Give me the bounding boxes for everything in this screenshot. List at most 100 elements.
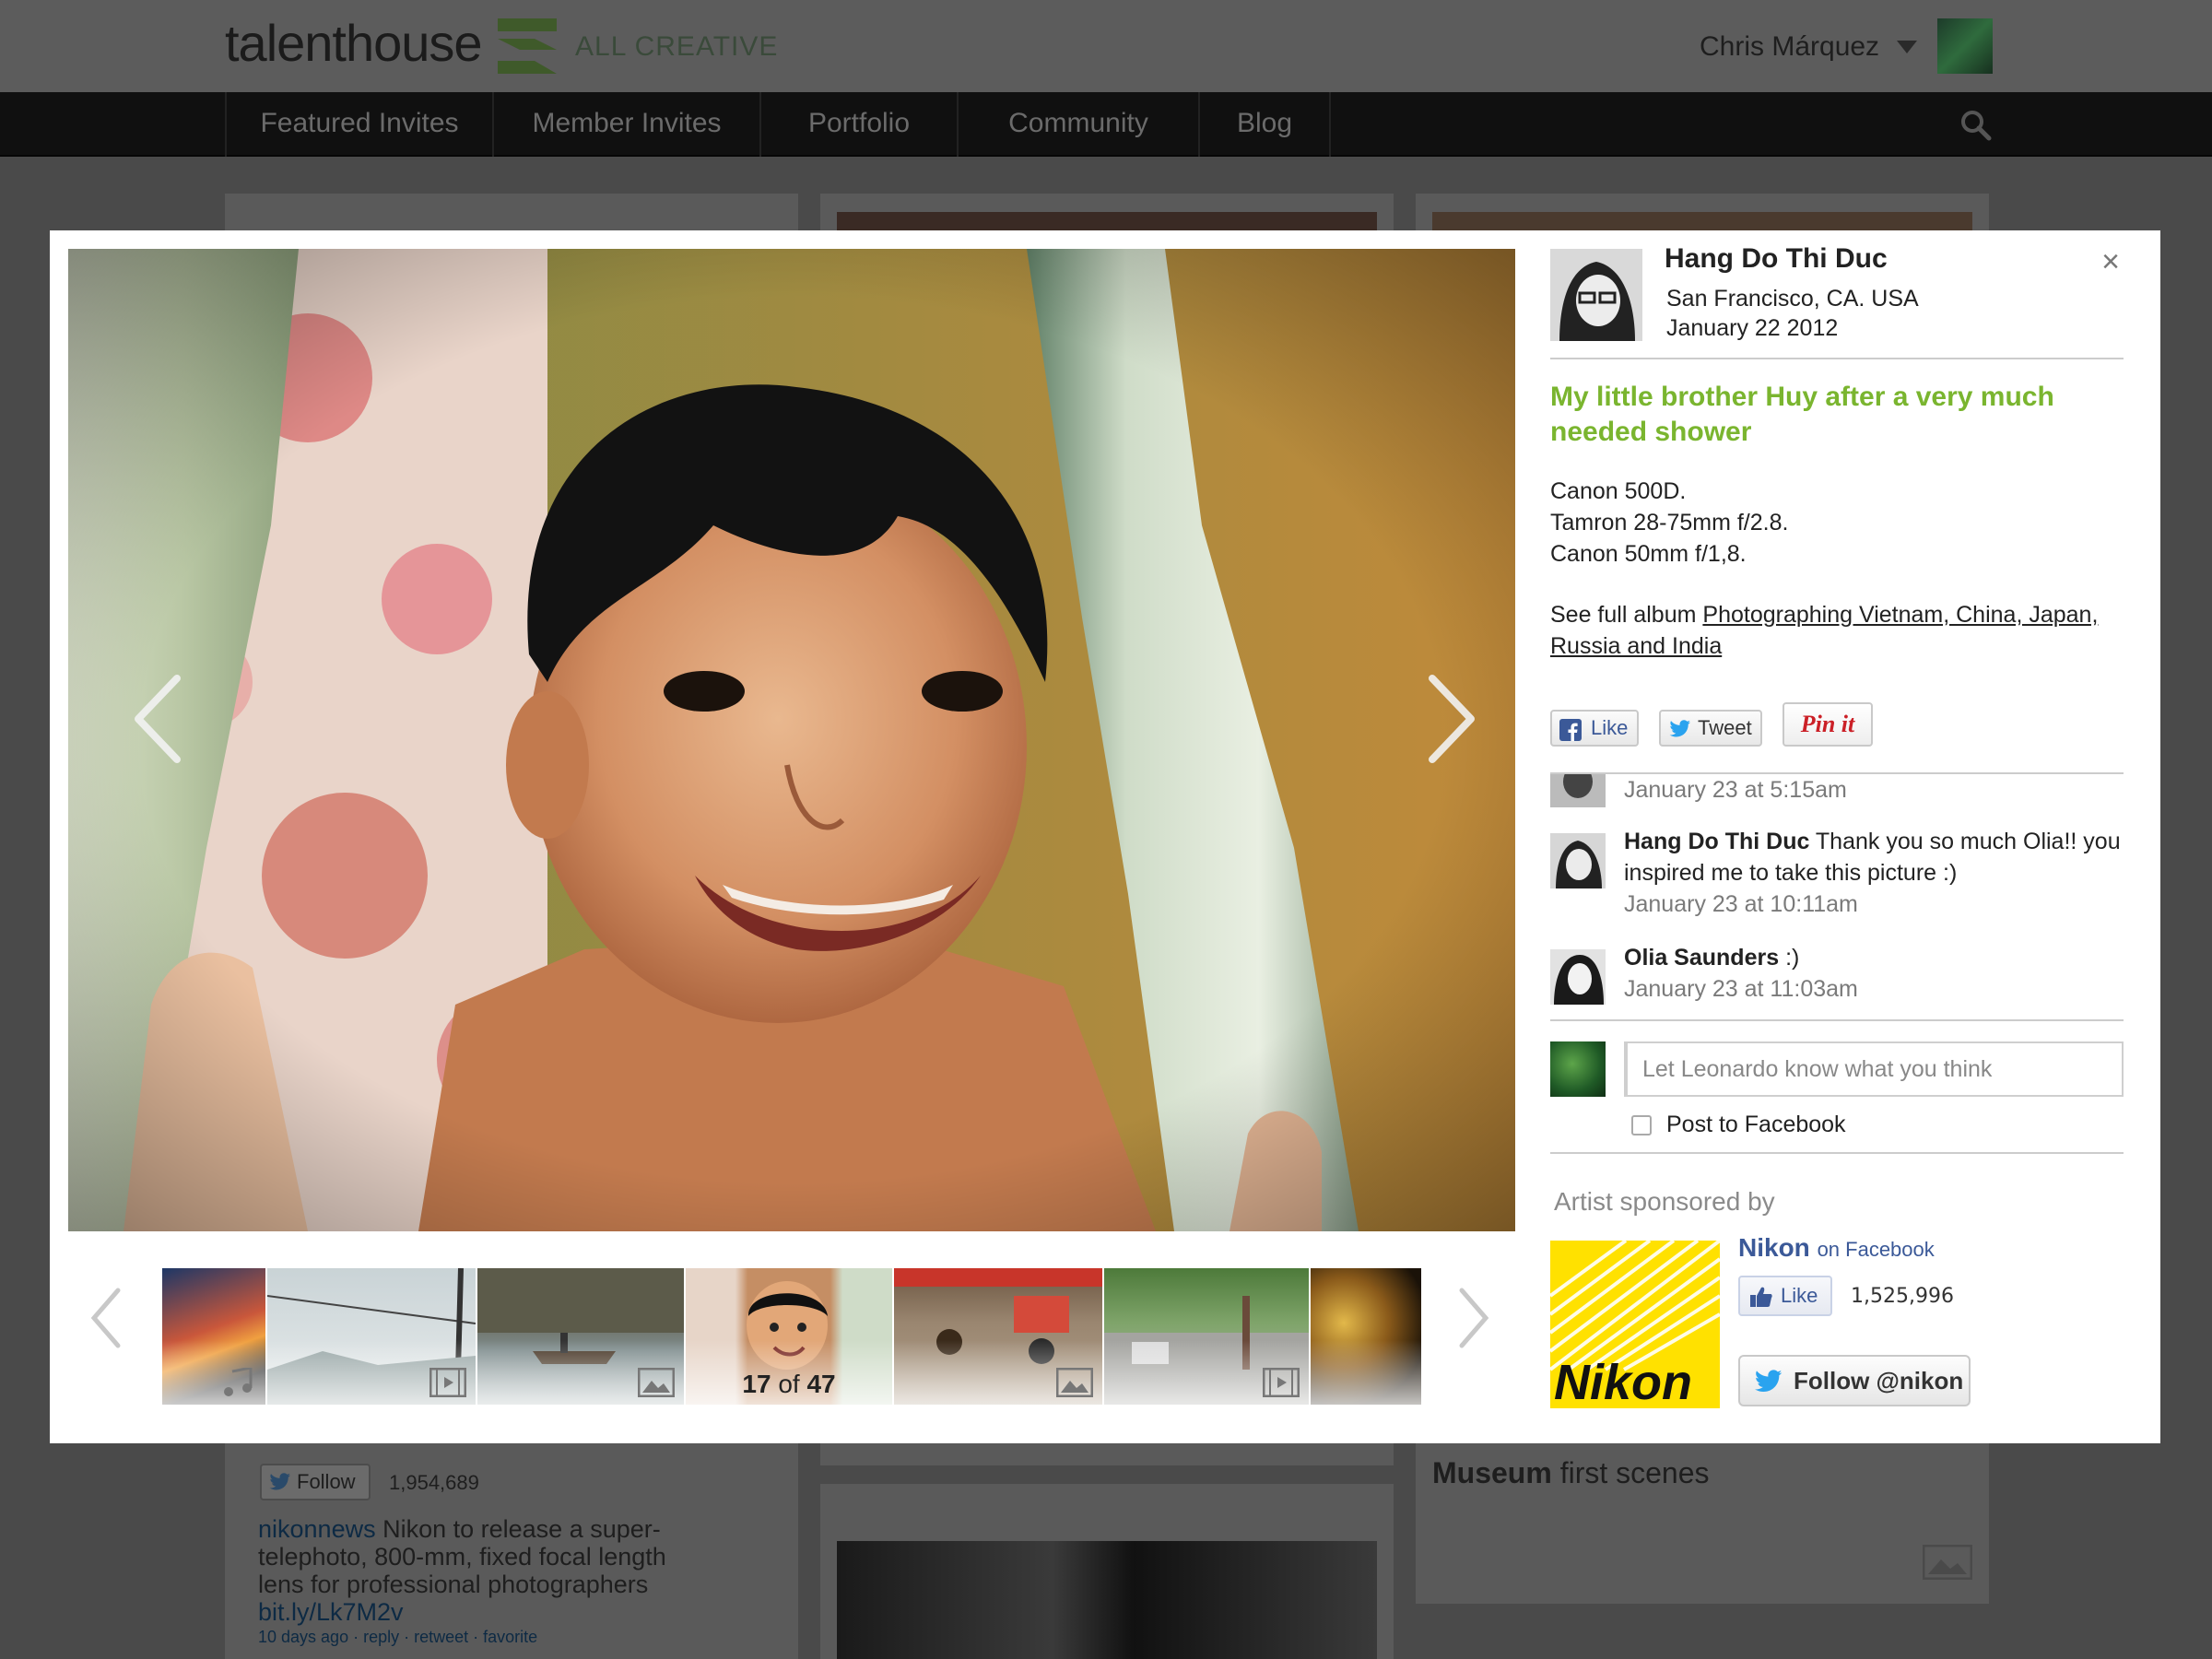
thumbnail-6[interactable]	[1104, 1268, 1309, 1405]
facebook-like-button[interactable]: Like	[1550, 710, 1639, 747]
thumbnail-5[interactable]	[894, 1268, 1102, 1405]
top-header: talenthouse ALL CREATIVE Chris Márquez	[0, 0, 2212, 92]
strip-next-arrow-icon[interactable]	[1451, 1281, 1497, 1355]
user-menu-name[interactable]: Chris Márquez	[1700, 31, 1879, 63]
nikon-logo[interactable]: Nikon	[1550, 1241, 1720, 1408]
nav-blog[interactable]: Blog	[1198, 92, 1331, 157]
main-nav: Featured Invites Member Invites Portfoli…	[0, 92, 2212, 157]
prev-photo-arrow-icon[interactable]	[122, 664, 195, 774]
pinterest-pin-button[interactable]: Pin it	[1783, 702, 1873, 747]
sponsor-label: Artist sponsored by	[1554, 1187, 1775, 1216]
thumbnail-7[interactable]	[1311, 1268, 1421, 1405]
comment-author[interactable]: Olia Saunders	[1624, 945, 1779, 971]
gear-item: Tamron 28-75mm f/2.8.	[1550, 510, 1789, 535]
comment-time: January 23 at 5:15am	[1624, 777, 1847, 803]
comment-avatar[interactable]	[1550, 774, 1606, 807]
author-location: San Francisco, CA. USA	[1666, 286, 1919, 312]
comment-avatar[interactable]	[1550, 949, 1606, 1005]
author-avatar[interactable]	[1550, 249, 1642, 341]
twitter-bird-icon	[1755, 1370, 1783, 1393]
main-photo[interactable]	[68, 249, 1515, 1231]
comment-time: January 23 at 10:11am	[1624, 891, 1858, 917]
comment-avatar-image	[1550, 774, 1606, 807]
nav-community[interactable]: Community	[957, 92, 1198, 157]
tweet-link[interactable]: bit.ly/Lk7M2v	[258, 1598, 404, 1626]
strip-prev-arrow-icon[interactable]	[83, 1281, 129, 1355]
sponsor-like-label: Like	[1781, 1284, 1818, 1307]
tweet-handle[interactable]: nikonnews	[258, 1515, 376, 1543]
sponsor-twitter-follow-button[interactable]: Follow @nikon	[1738, 1355, 1971, 1406]
bg-photo-top[interactable]	[837, 212, 1377, 230]
nav-member-invites[interactable]: Member Invites	[492, 92, 759, 157]
comment-author[interactable]: Hang Do Thi Duc	[1624, 829, 1809, 854]
comment-avatar-image	[1550, 833, 1606, 888]
divider	[1550, 1019, 2124, 1021]
twitter-bird-icon	[1669, 720, 1690, 737]
sponsor-follow-label: Follow @nikon	[1794, 1367, 1964, 1394]
tweet-label: Tweet	[1698, 716, 1752, 739]
post-to-facebook-checkbox[interactable]	[1631, 1115, 1652, 1135]
author-name[interactable]: Hang Do Thi Duc	[1665, 243, 1888, 275]
album-prefix: See full album	[1550, 602, 1697, 628]
photo-date: January 22 2012	[1666, 315, 1839, 341]
tweet-button[interactable]: Tweet	[1659, 710, 1762, 747]
photo-details-sidebar: Hang Do Thi Duc San Francisco, CA. USA J…	[1550, 230, 2140, 1443]
camera-gear-list: Canon 500D. Tamron 28-75mm f/2.8. Canon …	[1550, 476, 1788, 570]
post-to-facebook-label[interactable]: Post to Facebook	[1666, 1112, 1846, 1138]
nav-featured-invites[interactable]: Featured Invites	[225, 92, 492, 157]
twitter-follow-count: 1,954,689	[389, 1471, 479, 1494]
thumbnail-4-current[interactable]: 17 of 47	[686, 1268, 892, 1405]
nikon-logo-text: Nikon	[1554, 1355, 1692, 1408]
tweet-item: nikonnews Nikon to release a super-telep…	[258, 1515, 682, 1626]
thumbnail-2[interactable]	[267, 1268, 476, 1405]
sponsor-like-button[interactable]: Like	[1738, 1276, 1832, 1316]
facebook-icon	[1559, 719, 1582, 741]
gear-item: Canon 500D.	[1550, 478, 1687, 504]
video-icon	[429, 1368, 466, 1397]
sponsor-brand-suffix: on Facebook	[1817, 1238, 1935, 1261]
video-icon	[1263, 1368, 1300, 1397]
gear-item: Canon 50mm f/1,8.	[1550, 541, 1747, 567]
thumbnail-1[interactable]	[162, 1268, 265, 1405]
next-photo-arrow-icon[interactable]	[1414, 664, 1488, 774]
bg-portrait-photo[interactable]	[837, 1541, 1377, 1659]
image-icon	[638, 1368, 675, 1397]
thumbnail-fade	[1311, 1340, 1421, 1405]
nav-portfolio[interactable]: Portfolio	[759, 92, 957, 157]
nikon-logo-graphic: Nikon	[1550, 1241, 1720, 1408]
counter-current: 17	[742, 1370, 771, 1398]
photo-title: My little brother Huy after a very much …	[1550, 382, 2054, 447]
bg-card-title-rest: first scenes	[1559, 1456, 1710, 1489]
music-note-icon	[224, 1368, 253, 1396]
comment-3: Olia Saunders :) January 23 at 11:03am	[1624, 942, 2122, 1005]
sponsor-like-count: 1,525,996	[1851, 1285, 1954, 1308]
photo-counter: 17 of 47	[686, 1370, 892, 1399]
comment-input[interactable]	[1624, 1041, 2124, 1097]
twitter-follow-label: Follow	[297, 1470, 356, 1493]
album-link-text: See full album Photographing Vietnam, Ch…	[1550, 599, 2124, 662]
sponsor-brand: Nikon	[1738, 1233, 1810, 1262]
twitter-follow-button[interactable]: Follow	[260, 1464, 371, 1500]
twitter-bird-icon	[269, 1473, 290, 1490]
bg-card-title[interactable]: Museum first scenes	[1432, 1456, 1710, 1490]
talenthouse-logo-icon[interactable]	[498, 18, 557, 74]
comment-body: :)	[1785, 945, 1800, 971]
user-avatar[interactable]	[1937, 18, 1993, 74]
tweet-meta[interactable]: 10 days ago · reply · retweet · favorite	[258, 1628, 537, 1647]
bg-card-title-bold: Museum	[1432, 1456, 1552, 1489]
facebook-like-label: Like	[1591, 716, 1629, 739]
thumbnail-strip: 17 of 47	[162, 1268, 1421, 1405]
photo-lightbox: 17 of 47 × Hang Do Thi Duc San Francisco…	[50, 230, 2160, 1443]
divider	[1550, 358, 2124, 359]
author-avatar-image	[1550, 249, 1642, 341]
talenthouse-logo-text[interactable]: talenthouse	[225, 13, 483, 73]
tagline: ALL CREATIVE	[575, 31, 779, 62]
counter-of: of	[778, 1370, 800, 1398]
thumbnail-3[interactable]	[477, 1268, 684, 1405]
sponsor-name[interactable]: Nikon on Facebook	[1738, 1233, 1935, 1263]
comment-avatar[interactable]	[1550, 833, 1606, 888]
search-icon[interactable]	[1959, 109, 1993, 142]
divider	[1550, 1152, 2124, 1154]
chevron-down-icon[interactable]	[1897, 41, 1917, 53]
bg-photo-top-right[interactable]	[1432, 212, 1972, 230]
